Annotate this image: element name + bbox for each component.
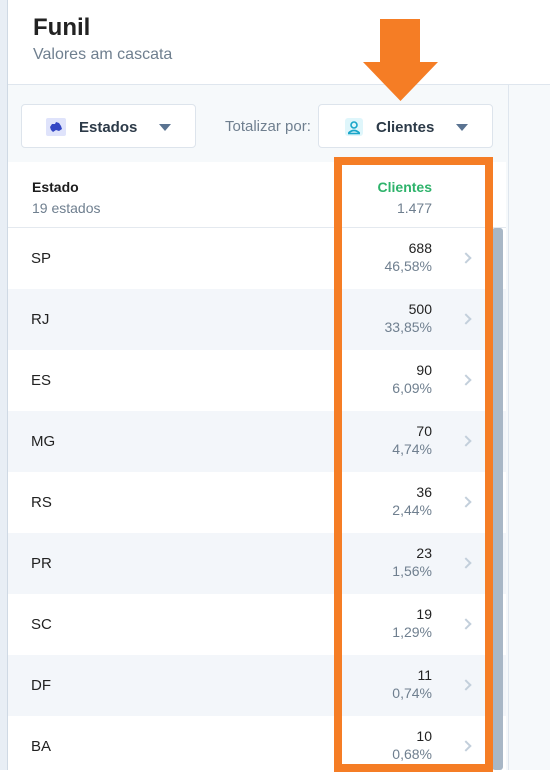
annotation-arrow-down-icon <box>363 19 438 101</box>
group-by-label: Estados <box>79 119 138 136</box>
table-scrollbar[interactable] <box>492 228 503 770</box>
row-state: PR <box>31 555 52 572</box>
column-header-state[interactable]: Estado <box>32 179 79 195</box>
left-sidebar-edge <box>0 0 7 770</box>
row-state: SP <box>31 250 52 267</box>
metric-selector[interactable]: Clientes <box>318 104 493 148</box>
group-by-selector[interactable]: Estados <box>21 104 196 148</box>
state-count: 19 estados <box>32 200 101 216</box>
row-state: RS <box>31 494 52 511</box>
map-region-icon <box>46 118 66 141</box>
row-state: BA <box>31 738 52 755</box>
user-icon <box>344 117 364 142</box>
chevron-down-icon <box>159 124 171 131</box>
page-header: Funil Valores am cascata <box>8 0 550 85</box>
page-title: Funil <box>33 14 91 41</box>
total-by-label: Totalizar por: <box>225 118 311 135</box>
row-state: RJ <box>31 311 50 328</box>
right-panel <box>508 85 550 770</box>
page-subtitle: Valores am cascata <box>33 46 173 63</box>
annotation-highlight-box <box>334 157 493 772</box>
metric-label: Clientes <box>376 119 435 136</box>
row-state: SC <box>31 616 52 633</box>
chevron-down-icon <box>456 124 468 131</box>
row-state: ES <box>31 372 52 389</box>
row-state: MG <box>31 433 56 450</box>
row-state: DF <box>31 677 51 694</box>
